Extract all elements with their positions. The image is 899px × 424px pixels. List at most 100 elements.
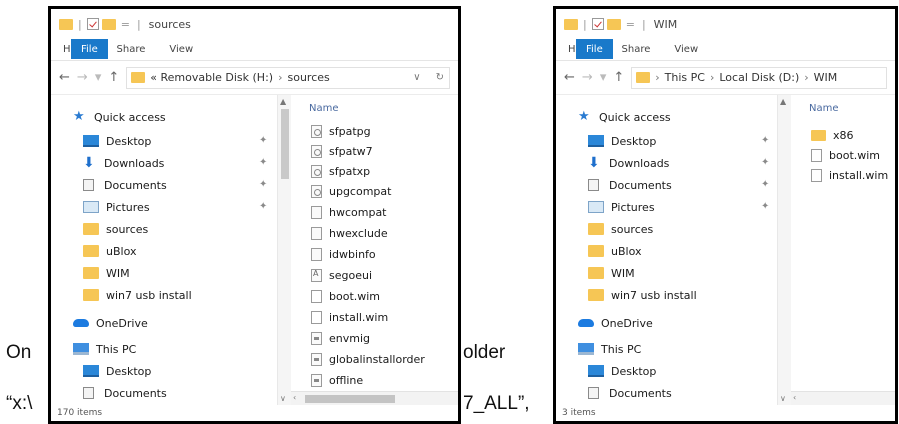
nav-win7-usb-install[interactable]: win7 usb install [588,285,697,305]
folder-icon [588,289,604,301]
pin-icon[interactable]: ✦ [259,179,267,190]
chevron-right-icon[interactable]: › [655,71,659,84]
nav-downloads[interactable]: ⬇ Downloads [83,153,164,173]
nav-vertical-scrollbar[interactable]: ▲ ∨ [277,95,291,405]
properties-icon[interactable] [591,18,604,30]
customize-toolbar-icon[interactable]: = [626,18,635,31]
address-bar[interactable]: « Removable Disk (H:) › sources ∨ ↻ [126,66,450,89]
nav-quick-access[interactable]: ★ Quick access [578,107,671,127]
pin-icon[interactable]: ✦ [761,201,769,212]
scroll-left-arrow-icon[interactable]: ‹ [793,393,796,402]
list-item[interactable]: idwbinfo [311,244,376,264]
pin-icon[interactable]: ✦ [259,135,267,146]
horizontal-scrollbar[interactable]: ‹ [291,391,458,405]
address-dropdown-chevron-icon[interactable]: ∨ [408,72,425,83]
nav-onedrive[interactable]: OneDrive [578,313,653,333]
breadcrumb-local-disk[interactable]: Local Disk (D:) [719,71,799,84]
chevron-right-icon[interactable]: › [804,71,808,84]
scroll-left-arrow-icon[interactable]: ‹ [293,393,296,402]
pin-icon[interactable]: ✦ [761,157,769,168]
nav-win7-usb-install[interactable]: win7 usb install [83,285,192,305]
list-item[interactable]: boot.wim [311,286,380,306]
nav-quick-access[interactable]: ★ Quick access [73,107,166,127]
tab-view[interactable]: View [662,39,710,60]
nav-pc-desktop[interactable]: Desktop [83,361,151,381]
list-item[interactable]: sfpatxp [311,161,370,181]
customize-toolbar-icon[interactable]: = [121,18,130,31]
tab-file[interactable]: File [576,39,613,59]
scrollbar-thumb[interactable] [305,395,395,403]
list-item[interactable]: envmig [311,328,370,348]
nav-ublox[interactable]: uBlox [83,241,136,261]
tab-share[interactable]: Share [105,39,158,60]
column-header-name[interactable]: Name [309,103,339,114]
new-folder-icon[interactable] [606,18,621,30]
recent-locations-chevron-icon[interactable]: ▾ [600,70,607,85]
list-item[interactable]: x86 [811,125,854,145]
properties-icon[interactable] [86,18,99,30]
breadcrumb-wim[interactable]: WIM [814,71,838,84]
breadcrumb-removable-disk[interactable]: « Removable Disk (H:) [150,71,273,84]
nav-pictures[interactable]: Pictures [588,197,655,217]
new-folder-icon[interactable] [101,18,116,30]
list-item[interactable]: install.wim [311,307,388,327]
list-item[interactable]: sfpatpg [311,121,371,141]
scroll-down-arrow-icon[interactable]: ∨ [280,394,286,403]
scrollbar-thumb[interactable] [281,109,289,179]
breadcrumb-sources[interactable]: sources [287,71,329,84]
nav-wim[interactable]: WIM [588,263,635,283]
nav-ublox[interactable]: uBlox [588,241,641,261]
nav-pc-desktop[interactable]: Desktop [588,361,656,381]
nav-downloads[interactable]: ⬇ Downloads [588,153,669,173]
nav-wim[interactable]: WIM [83,263,130,283]
nav-desktop[interactable]: Desktop [83,131,151,151]
list-item[interactable]: boot.wim [811,145,880,165]
tab-share[interactable]: Share [610,39,663,60]
nav-vertical-scrollbar[interactable]: ▲ ∨ [777,95,791,405]
pin-icon[interactable]: ✦ [761,179,769,190]
nav-this-pc[interactable]: This PC [73,339,136,359]
back-arrow-icon[interactable]: ← [59,70,70,85]
tab-view[interactable]: View [157,39,205,60]
nav-onedrive[interactable]: OneDrive [73,313,148,333]
nav-documents[interactable]: Documents [588,175,672,195]
scroll-up-arrow-icon[interactable]: ▲ [780,97,786,106]
list-item[interactable]: sfpatw7 [311,141,373,161]
chevron-right-icon[interactable]: › [710,71,714,84]
forward-arrow-icon[interactable]: → [582,70,593,85]
address-bar[interactable]: › This PC › Local Disk (D:) › WIM [631,66,887,89]
nav-this-pc[interactable]: This PC [578,339,641,359]
pin-icon[interactable]: ✦ [761,135,769,146]
list-item[interactable]: globalinstallorder [311,349,425,369]
nav-documents[interactable]: Documents [83,175,167,195]
breadcrumb-this-pc[interactable]: This PC [665,71,705,84]
nav-label: Documents [104,178,167,192]
refresh-icon[interactable]: ↻ [431,72,449,83]
list-item[interactable]: offline [311,370,363,390]
list-item[interactable]: install.wim [811,165,888,185]
tab-file[interactable]: File [71,39,108,59]
column-header-name[interactable]: Name [809,103,839,114]
list-item[interactable]: hwexclude [311,223,388,243]
nav-pc-documents[interactable]: Documents [83,383,167,403]
list-item[interactable]: upgcompat [311,181,391,201]
chevron-right-icon[interactable]: › [278,71,282,84]
nav-pc-documents[interactable]: Documents [588,383,672,403]
recent-locations-chevron-icon[interactable]: ▾ [95,70,102,85]
nav-sources[interactable]: sources [588,219,653,239]
pin-icon[interactable]: ✦ [259,157,267,168]
nav-pictures[interactable]: Pictures [83,197,150,217]
up-arrow-icon[interactable]: ↑ [108,70,119,85]
forward-arrow-icon[interactable]: → [77,70,88,85]
back-arrow-icon[interactable]: ← [564,70,575,85]
horizontal-scrollbar[interactable]: ‹ [791,391,895,405]
list-item[interactable]: hwcompat [311,202,387,222]
scroll-up-arrow-icon[interactable]: ▲ [280,97,286,106]
up-arrow-icon[interactable]: ↑ [613,70,624,85]
nav-sources[interactable]: sources [83,219,148,239]
nav-desktop[interactable]: Desktop [588,131,656,151]
folder-icon [83,289,99,301]
pin-icon[interactable]: ✦ [259,201,267,212]
list-item[interactable]: segoeui [311,265,372,285]
scroll-down-arrow-icon[interactable]: ∨ [780,394,786,403]
